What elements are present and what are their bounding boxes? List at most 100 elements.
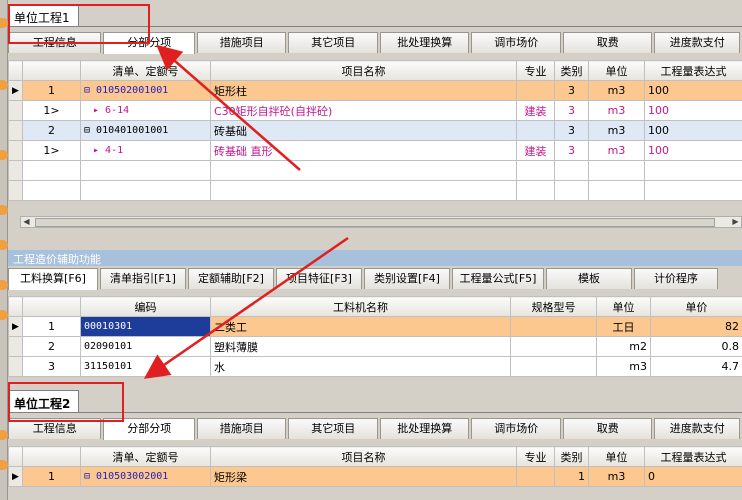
col-unit-price[interactable]: 单价 bbox=[650, 296, 742, 317]
cell-name[interactable]: 矩形柱 bbox=[210, 80, 517, 101]
cell-code[interactable]: ⊟ 010401001001 bbox=[80, 120, 211, 141]
tab-fees[interactable]: 取费 bbox=[562, 32, 653, 53]
tab-bill-guide[interactable]: 清单指引[F1] bbox=[100, 268, 186, 289]
cell-code[interactable]: ▸ 6-14 bbox=[80, 100, 211, 121]
col-code[interactable]: 清单、定额号 bbox=[80, 60, 211, 81]
cell-major[interactable] bbox=[516, 466, 555, 487]
cell-unit[interactable]: m3 bbox=[588, 120, 645, 141]
tab-sub-items[interactable]: 分部分项 bbox=[103, 418, 195, 440]
cell-price[interactable]: 82 bbox=[650, 316, 742, 337]
tab-project-info[interactable]: 工程信息 bbox=[8, 418, 102, 439]
cell-name[interactable]: 砖基础 直形 bbox=[210, 140, 517, 161]
table-row[interactable]: 2 ⊟ 010401001001 砖基础 3 m3 100 bbox=[8, 120, 742, 141]
cell-qty[interactable]: 100 bbox=[644, 80, 742, 101]
cell-category[interactable]: 3 bbox=[554, 100, 589, 121]
cell-major[interactable] bbox=[516, 120, 555, 141]
table-row[interactable]: ▶ 1 00010301 二类工 工日 82 bbox=[8, 316, 742, 337]
tab-qty-formula[interactable]: 工程量公式[F5] bbox=[452, 268, 544, 289]
tab-progress-payment[interactable]: 进度款支付 bbox=[654, 32, 740, 53]
tab-material-convert[interactable]: 工料换算[F6] bbox=[8, 268, 98, 290]
col-material-name[interactable]: 工料机名称 bbox=[210, 296, 511, 317]
collapse-toggle-icon[interactable]: ⊟ bbox=[84, 471, 96, 482]
col-qty-expression[interactable]: 工程量表达式 bbox=[644, 446, 742, 467]
cell-name[interactable]: 塑料薄膜 bbox=[210, 336, 511, 357]
cell-major[interactable]: 建装 bbox=[516, 140, 555, 161]
col-major[interactable]: 专业 bbox=[516, 446, 555, 467]
cell-qty[interactable]: 100 bbox=[644, 100, 742, 121]
cell-qty[interactable]: 100 bbox=[644, 120, 742, 141]
cell-unit[interactable]: m3 bbox=[596, 356, 651, 377]
tab-item-features[interactable]: 项目特征[F3] bbox=[276, 268, 362, 289]
collapse-toggle-icon[interactable]: ⊟ bbox=[84, 85, 96, 96]
horizontal-scrollbar[interactable]: ◀ ▶ bbox=[20, 216, 742, 228]
scroll-left-icon[interactable]: ◀ bbox=[21, 217, 32, 227]
tab-batch-convert[interactable]: 批处理换算 bbox=[379, 32, 470, 53]
cell-category[interactable]: 3 bbox=[554, 140, 589, 161]
cell-name[interactable]: C30矩形自拌砼(自拌砼) bbox=[210, 100, 517, 121]
cell-qty[interactable]: 0 bbox=[644, 466, 742, 487]
col-major[interactable]: 专业 bbox=[516, 60, 555, 81]
table-row[interactable]: 1> ▸ 4-1 砖基础 直形 建装 3 m3 100 bbox=[8, 140, 742, 161]
cell-unit[interactable]: m3 bbox=[588, 100, 645, 121]
cell-code[interactable]: ⊟ 010503002001 bbox=[80, 466, 211, 487]
doc-tab-project1[interactable]: 单位工程1 bbox=[8, 4, 79, 26]
cell-price[interactable]: 0.8 bbox=[650, 336, 742, 357]
cell-spec[interactable] bbox=[510, 316, 597, 337]
cell-unit[interactable]: m3 bbox=[588, 466, 645, 487]
tab-category-settings[interactable]: 类别设置[F4] bbox=[364, 268, 450, 289]
tab-other-items[interactable]: 其它项目 bbox=[288, 418, 378, 439]
cell-name[interactable]: 砖基础 bbox=[210, 120, 517, 141]
tab-measures[interactable]: 措施项目 bbox=[196, 32, 287, 53]
collapse-toggle-icon[interactable]: ⊟ bbox=[84, 125, 96, 136]
tab-fees[interactable]: 取费 bbox=[562, 418, 653, 439]
cell-unit[interactable]: 工日 bbox=[596, 316, 651, 337]
cell-unit[interactable]: m2 bbox=[596, 336, 651, 357]
cell-category[interactable]: 3 bbox=[554, 120, 589, 141]
cell-spec[interactable] bbox=[510, 356, 597, 377]
cell-code[interactable]: 00010301 bbox=[80, 316, 211, 337]
tab-template[interactable]: 模板 bbox=[546, 268, 632, 289]
cell-unit[interactable]: m3 bbox=[588, 140, 645, 161]
tab-market-price[interactable]: 调市场价 bbox=[471, 418, 561, 439]
tab-measures[interactable]: 措施项目 bbox=[196, 418, 287, 439]
cell-code[interactable]: ▸ 4-1 bbox=[80, 140, 211, 161]
expand-arrow-icon[interactable]: ▸ bbox=[93, 145, 105, 156]
cell-major[interactable]: 建装 bbox=[516, 100, 555, 121]
cell-category[interactable]: 1 bbox=[554, 466, 589, 487]
table-row[interactable]: ▶ 1 ⊟ 010503002001 矩形梁 1 m3 0 bbox=[8, 466, 742, 487]
cell-name[interactable]: 矩形梁 bbox=[210, 466, 517, 487]
cell-category[interactable]: 3 bbox=[554, 80, 589, 101]
tab-market-price[interactable]: 调市场价 bbox=[471, 32, 561, 53]
col-qty-expression[interactable]: 工程量表达式 bbox=[644, 60, 742, 81]
cell-unit[interactable]: m3 bbox=[588, 80, 645, 101]
col-category[interactable]: 类别 bbox=[554, 60, 589, 81]
expand-arrow-icon[interactable]: ▸ bbox=[93, 105, 105, 116]
doc-tab-project2[interactable]: 单位工程2 bbox=[8, 390, 80, 412]
tab-other-items[interactable]: 其它项目 bbox=[288, 32, 378, 53]
col-spec[interactable]: 规格型号 bbox=[510, 296, 597, 317]
col-code[interactable]: 清单、定额号 bbox=[80, 446, 211, 467]
col-unit[interactable]: 单位 bbox=[588, 60, 645, 81]
scroll-thumb[interactable] bbox=[35, 218, 715, 227]
table-row[interactable]: ▶ 1 ⊟ 010502001001 矩形柱 3 m3 100 bbox=[8, 80, 742, 101]
col-unit[interactable]: 单位 bbox=[596, 296, 651, 317]
cell-qty[interactable]: 100 bbox=[644, 140, 742, 161]
tab-project-info[interactable]: 工程信息 bbox=[8, 32, 102, 53]
table-row[interactable]: 3 31150101 水 m3 4.7 bbox=[8, 356, 742, 377]
table-row[interactable]: 1> ▸ 6-14 C30矩形自拌砼(自拌砼) 建装 3 m3 100 bbox=[8, 100, 742, 121]
cell-spec[interactable] bbox=[510, 336, 597, 357]
col-unit[interactable]: 单位 bbox=[588, 446, 645, 467]
tab-progress-payment[interactable]: 进度款支付 bbox=[654, 418, 740, 439]
tab-pricing-procedure[interactable]: 计价程序 bbox=[634, 268, 718, 289]
cell-name[interactable]: 二类工 bbox=[210, 316, 511, 337]
col-item-name[interactable]: 项目名称 bbox=[210, 60, 517, 81]
table-row[interactable]: 2 02090101 塑料薄膜 m2 0.8 bbox=[8, 336, 742, 357]
tab-quota-assist[interactable]: 定额辅助[F2] bbox=[188, 268, 274, 289]
col-code[interactable]: 编码 bbox=[80, 296, 211, 317]
col-item-name[interactable]: 项目名称 bbox=[210, 446, 517, 467]
cell-name[interactable]: 水 bbox=[210, 356, 511, 377]
tab-batch-convert[interactable]: 批处理换算 bbox=[379, 418, 470, 439]
cell-major[interactable] bbox=[516, 80, 555, 101]
tab-sub-items[interactable]: 分部分项 bbox=[103, 32, 195, 54]
scroll-right-icon[interactable]: ▶ bbox=[730, 217, 741, 227]
